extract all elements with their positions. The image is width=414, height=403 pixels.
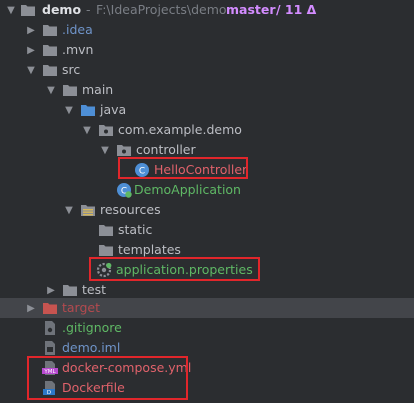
tree-row-resources[interactable]: ▼ resources	[0, 200, 414, 220]
tree-item-label: main	[82, 82, 114, 97]
class-icon: C	[134, 162, 150, 178]
tree-row-idea[interactable]: ▶ .idea	[0, 20, 414, 40]
vertical-scrollbar[interactable]	[406, 0, 414, 403]
folder-icon	[20, 2, 36, 18]
tree-row-hellocontroller[interactable]: C HelloController	[0, 160, 414, 180]
project-path: F:\IdeaProjects\demo	[96, 2, 227, 17]
chevron-right-icon[interactable]: ▶	[24, 40, 38, 60]
resources-folder-icon	[80, 202, 96, 218]
chevron-down-icon[interactable]: ▼	[98, 140, 112, 160]
folder-icon	[98, 222, 114, 238]
tree-row-main[interactable]: ▼ main	[0, 80, 414, 100]
chevron-right-icon[interactable]: ▶	[44, 280, 58, 300]
tree-row-root[interactable]: ▼ demo - F:\IdeaProjects\demo master / 1…	[0, 0, 414, 20]
tree-item-label: com.example.demo	[118, 122, 242, 137]
chevron-down-icon[interactable]: ▼	[62, 100, 76, 120]
tree-row-target[interactable]: ▶ target	[0, 298, 414, 318]
tree-item-label: demo.iml	[62, 340, 121, 355]
tree-row-docker-compose[interactable]: YML docker-compose.yml	[0, 358, 414, 378]
tree-row-application-properties[interactable]: application.properties	[0, 260, 414, 280]
tree-row-src[interactable]: ▼ src	[0, 60, 414, 80]
folder-icon	[62, 282, 78, 298]
tree-item-label: static	[118, 222, 153, 237]
tree-item-label: .idea	[62, 22, 93, 37]
git-changes-count: / 11 Δ	[276, 2, 317, 17]
tree-item-label: HelloController	[154, 162, 248, 177]
folder-icon	[62, 82, 78, 98]
tree-item-label: application.properties	[116, 262, 253, 277]
tree-item-label: templates	[118, 242, 181, 257]
git-branch: master	[226, 2, 276, 17]
tree-row-package[interactable]: ▼ com.example.demo	[0, 120, 414, 140]
tree-row-test[interactable]: ▶ test	[0, 280, 414, 300]
project-path-prefix: -	[86, 2, 91, 17]
docker-file-icon: D	[42, 380, 58, 396]
tree-item-label: src	[62, 62, 81, 77]
tree-row-java[interactable]: ▼ java	[0, 100, 414, 120]
package-icon	[98, 122, 114, 138]
spring-boot-class-icon: C	[116, 182, 132, 198]
tree-item-label: .gitignore	[62, 320, 122, 335]
folder-icon	[42, 22, 58, 38]
svg-text:D: D	[47, 390, 51, 396]
tree-row-gitignore[interactable]: .gitignore	[0, 318, 414, 338]
project-tree: ▼ demo - F:\IdeaProjects\demo master / 1…	[0, 0, 414, 403]
chevron-down-icon[interactable]: ▼	[24, 60, 38, 80]
svg-text:YML: YML	[43, 369, 56, 375]
tree-item-label: Dockerfile	[62, 380, 125, 395]
svg-text:C: C	[139, 167, 145, 177]
folder-icon	[98, 242, 114, 258]
iml-file-icon	[42, 340, 58, 356]
chevron-right-icon[interactable]: ▶	[24, 20, 38, 40]
chevron-down-icon[interactable]: ▼	[62, 200, 76, 220]
tree-row-demoapplication[interactable]: C DemoApplication	[0, 180, 414, 200]
tree-item-label: test	[82, 282, 107, 297]
chevron-down-icon[interactable]: ▼	[44, 80, 58, 100]
tree-item-label: DemoApplication	[134, 182, 241, 197]
yaml-file-icon: YML	[42, 360, 58, 376]
tree-row-mvn[interactable]: ▶ .mvn	[0, 40, 414, 60]
tree-item-label: .mvn	[62, 42, 94, 57]
tree-row-controller[interactable]: ▼ controller	[0, 140, 414, 160]
spring-properties-icon	[96, 262, 112, 278]
chevron-down-icon[interactable]: ▼	[4, 0, 18, 20]
project-name: demo	[42, 2, 82, 17]
tree-item-label: java	[100, 102, 127, 117]
folder-icon	[42, 62, 58, 78]
tree-row-templates[interactable]: templates	[0, 240, 414, 260]
tree-item-label: docker-compose.yml	[62, 360, 192, 375]
chevron-down-icon[interactable]: ▼	[80, 120, 94, 140]
tree-item-label: resources	[100, 202, 161, 217]
tree-row-static[interactable]: static	[0, 220, 414, 240]
gitignore-file-icon	[42, 320, 58, 336]
source-folder-icon	[80, 102, 96, 118]
tree-row-dockerfile[interactable]: D Dockerfile	[0, 378, 414, 398]
excluded-folder-icon	[42, 300, 58, 316]
package-icon	[116, 142, 132, 158]
folder-icon	[42, 42, 58, 58]
tree-item-label: target	[62, 300, 101, 315]
tree-item-label: controller	[136, 142, 196, 157]
tree-row-demo-iml[interactable]: demo.iml	[0, 338, 414, 358]
chevron-right-icon[interactable]: ▶	[24, 298, 38, 318]
